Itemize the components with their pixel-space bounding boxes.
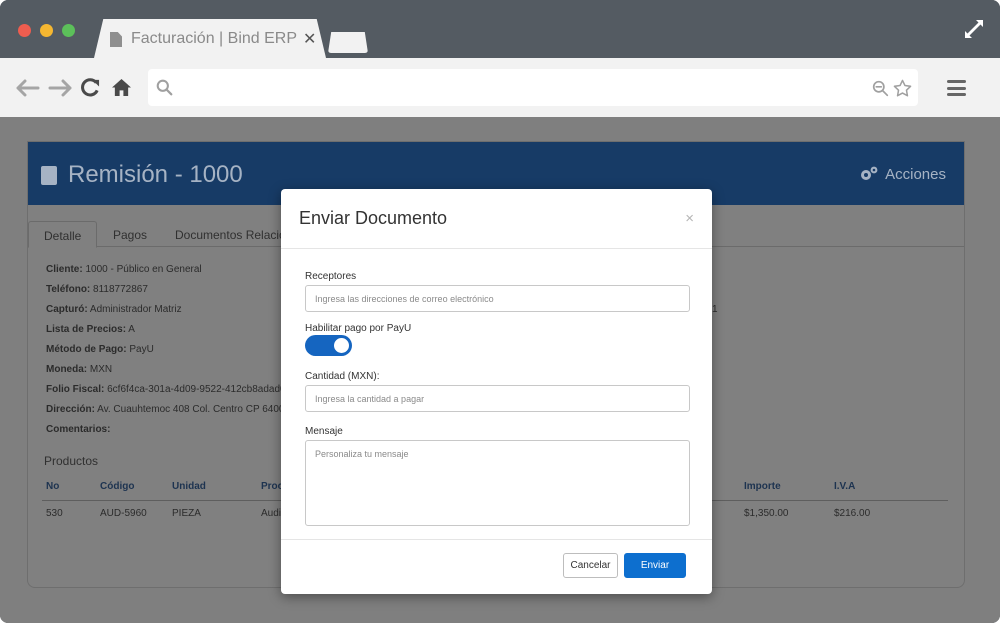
reload-icon[interactable] bbox=[81, 78, 100, 97]
tab-pagos[interactable]: Pagos bbox=[98, 221, 162, 248]
maximize-window-button[interactable] bbox=[62, 24, 75, 37]
expand-icon[interactable] bbox=[962, 17, 986, 41]
gears-icon[interactable] bbox=[858, 165, 880, 183]
bookmark-star-icon[interactable] bbox=[893, 79, 912, 98]
column-header-importe: Importe bbox=[744, 481, 781, 492]
info-cliente: Cliente: 1000 - Público en General bbox=[46, 264, 202, 275]
toggle-knob bbox=[334, 338, 349, 353]
minimize-window-button[interactable] bbox=[40, 24, 53, 37]
products-title: Productos bbox=[44, 454, 99, 468]
forward-arrow-icon[interactable] bbox=[48, 79, 72, 97]
home-icon[interactable] bbox=[112, 78, 131, 97]
info-comentarios: Comentarios: bbox=[46, 424, 111, 435]
title-bar: Facturación | Bind ERP ✕ bbox=[0, 0, 1000, 58]
amount-input[interactable] bbox=[305, 385, 690, 412]
table-cell-no: 530 bbox=[46, 508, 63, 519]
payu-toggle[interactable] bbox=[305, 335, 352, 356]
column-header-no: No bbox=[46, 481, 60, 492]
recipients-label: Receptores bbox=[305, 271, 357, 282]
modal-close-icon[interactable]: × bbox=[685, 210, 694, 227]
invoice-icon bbox=[41, 166, 57, 185]
column-header-codigo: Código bbox=[100, 481, 135, 492]
search-icon bbox=[156, 79, 173, 96]
info-right-fragment: 1 bbox=[712, 304, 718, 315]
tab-close-icon[interactable]: ✕ bbox=[303, 29, 316, 49]
info-direccion: Dirección: Av. Cuauhtemoc 408 Col. Centr… bbox=[46, 404, 285, 415]
info-telefono: Teléfono: 8118772867 bbox=[46, 284, 148, 295]
zoom-icon[interactable] bbox=[872, 80, 889, 97]
column-header-iva: I.V.A bbox=[834, 481, 856, 492]
table-cell-unidad: PIEZA bbox=[172, 508, 201, 519]
info-moneda: Moneda: MXN bbox=[46, 364, 113, 375]
close-window-button[interactable] bbox=[18, 24, 31, 37]
tab-title: Facturación | Bind ERP bbox=[131, 30, 298, 47]
modal-header-divider bbox=[281, 248, 712, 249]
browser-window: Facturación | Bind ERP ✕ Remisión - 1000… bbox=[0, 0, 1000, 623]
table-cell-importe: $1,350.00 bbox=[744, 508, 789, 519]
table-cell-codigo: AUD-5960 bbox=[100, 508, 147, 519]
back-arrow-icon[interactable] bbox=[16, 79, 40, 97]
new-tab-button[interactable] bbox=[328, 32, 368, 53]
table-cell-iva: $216.00 bbox=[834, 508, 871, 519]
info-metodo-pago: Método de Pago: PayU bbox=[46, 344, 154, 355]
send-button[interactable]: Enviar bbox=[624, 553, 686, 578]
actions-button[interactable]: Acciones bbox=[885, 166, 946, 183]
cancel-button[interactable]: Cancelar bbox=[563, 553, 618, 578]
column-header-producto: Proc bbox=[261, 481, 284, 492]
browser-menu-icon[interactable] bbox=[947, 80, 966, 96]
message-textarea[interactable] bbox=[305, 440, 690, 526]
table-cell-producto: Audi bbox=[261, 508, 282, 519]
info-folio-fiscal: Folio Fiscal: 6cf6f4ca-301a-4d09-9522-41… bbox=[46, 384, 286, 395]
send-document-modal: Enviar Documento × Receptores Habilitar … bbox=[281, 189, 712, 594]
tab-detalle[interactable]: Detalle bbox=[28, 221, 98, 248]
modal-title: Enviar Documento bbox=[299, 208, 448, 228]
info-lista-precios: Lista de Precios: A bbox=[46, 324, 135, 335]
recipients-input[interactable] bbox=[305, 285, 690, 312]
page-title: Remisión - 1000 bbox=[68, 161, 243, 188]
message-label: Mensaje bbox=[305, 426, 343, 437]
info-capturo: Capturó: Administrador Matriz bbox=[46, 304, 182, 315]
modal-footer-divider bbox=[281, 539, 712, 540]
tab-documentos-relacionados[interactable]: Documentos Relacio bbox=[160, 221, 301, 248]
column-header-unidad: Unidad bbox=[172, 481, 206, 492]
address-bar[interactable] bbox=[148, 69, 918, 106]
amount-label: Cantidad (MXN): bbox=[305, 371, 380, 382]
payu-label: Habilitar pago por PayU bbox=[305, 323, 412, 334]
